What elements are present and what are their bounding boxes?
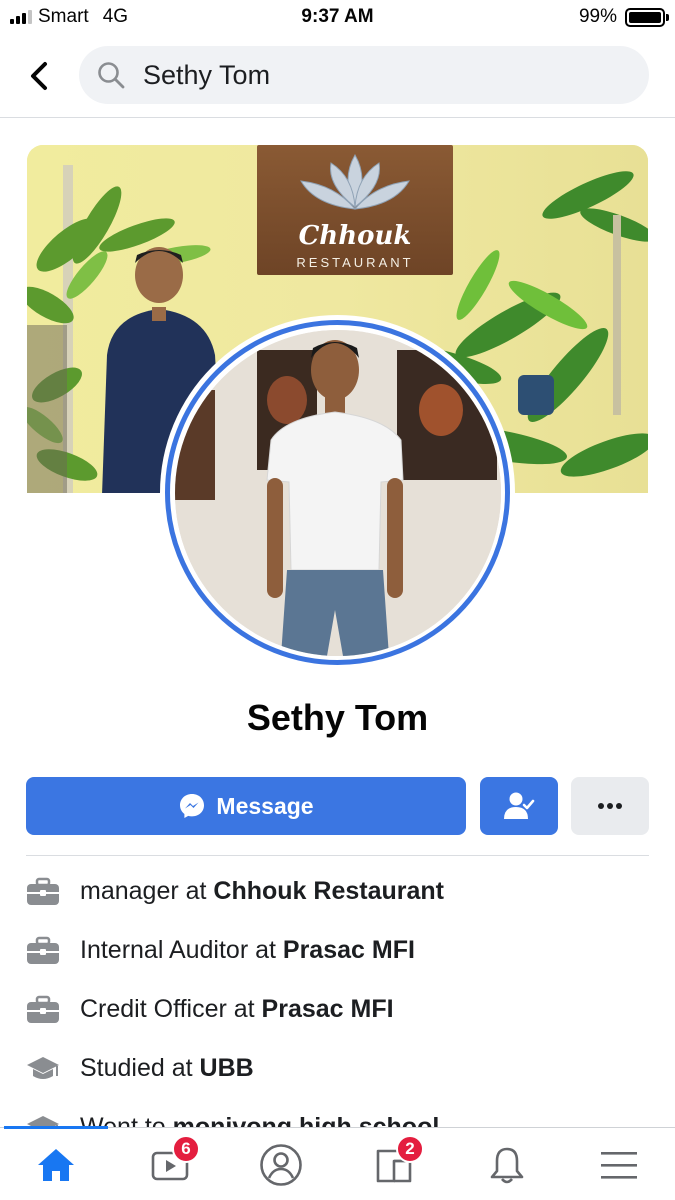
detail-prefix: Studied at: [80, 1054, 200, 1082]
tab-notifications[interactable]: [477, 1138, 537, 1192]
search-query: Sethy Tom: [143, 59, 271, 90]
detail-bold[interactable]: monivong high school: [173, 1113, 440, 1128]
messenger-icon: [178, 792, 206, 820]
detail-prefix: manager at: [80, 877, 214, 905]
detail-item-work[interactable]: Internal Auditor at Prasac MFI: [26, 921, 649, 980]
detail-prefix: Internal Auditor at: [80, 936, 283, 964]
tab-profile[interactable]: [251, 1138, 311, 1192]
profile-name: Sethy Tom: [246, 697, 429, 738]
divider: [26, 855, 649, 856]
tab-pages[interactable]: 2: [364, 1135, 424, 1192]
more-options-button[interactable]: [571, 777, 649, 835]
battery-percent: 99%: [578, 6, 617, 27]
story-ring: [165, 320, 510, 665]
friend-check-icon: [504, 792, 535, 819]
more-dots-icon: [598, 803, 622, 809]
battery-fill: [629, 11, 661, 23]
detail-item-work[interactable]: Credit Officer at Prasac MFI: [26, 980, 649, 1039]
avatar-person-image: [174, 329, 501, 656]
status-right: 99%: [578, 6, 669, 28]
message-label: Message: [216, 792, 314, 819]
profile-actions: Message: [26, 777, 649, 835]
pages-badge: 2: [396, 1135, 424, 1163]
detail-prefix: Credit Officer at: [80, 995, 262, 1023]
friends-button[interactable]: [480, 777, 558, 835]
tab-home[interactable]: [26, 1138, 86, 1192]
status-bar: Smart 4G 9:37 AM 99%: [0, 0, 675, 36]
search-icon: [97, 61, 125, 89]
detail-bold[interactable]: Prasac MFI: [283, 936, 415, 964]
briefcase-icon: [26, 936, 60, 966]
message-button[interactable]: Message: [26, 777, 466, 835]
detail-bold[interactable]: Prasac MFI: [262, 995, 394, 1023]
tab-menu[interactable]: [589, 1138, 649, 1192]
search-header: Sethy Tom: [0, 36, 675, 118]
home-icon: [38, 1149, 74, 1181]
profile-picture[interactable]: [160, 315, 515, 670]
back-button[interactable]: [22, 56, 56, 96]
search-input[interactable]: Sethy Tom: [79, 46, 649, 104]
chevron-left-icon: [31, 62, 47, 90]
detail-item-education[interactable]: Went to monivong high school: [26, 1098, 649, 1128]
clock: 9:37 AM: [301, 6, 374, 27]
briefcase-icon: [26, 877, 60, 907]
detail-item-education[interactable]: Studied at UBB: [26, 1039, 649, 1098]
avatar: [174, 329, 501, 656]
tab-watch[interactable]: 6: [140, 1135, 200, 1192]
watch-badge: 6: [172, 1135, 200, 1163]
detail-item-work[interactable]: manager at Chhouk Restaurant: [26, 862, 649, 921]
graduation-cap-icon: [26, 1054, 60, 1084]
detail-bold[interactable]: UBB: [200, 1054, 254, 1082]
active-tab-indicator: [4, 1126, 108, 1129]
bottom-navigation: 6 2: [0, 1126, 675, 1200]
briefcase-icon: [26, 995, 60, 1025]
profile-icon: [260, 1144, 302, 1186]
bell-icon: [490, 1147, 524, 1184]
hamburger-menu-icon: [601, 1152, 637, 1179]
profile-details: manager at Chhouk Restaurant Internal Au…: [0, 862, 675, 1128]
battery-icon: [625, 7, 669, 27]
detail-bold[interactable]: Chhouk Restaurant: [213, 877, 444, 905]
